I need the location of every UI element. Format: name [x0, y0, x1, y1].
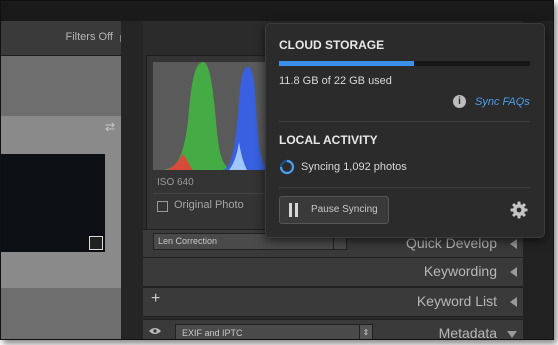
divider [279, 121, 530, 122]
iso-label: ISO 640 [157, 177, 194, 188]
info-icon[interactable]: i [453, 95, 466, 108]
top-bar [1, 1, 553, 21]
app-window: Filters Off ⇄ ISO 640 Original Photo Len… [0, 0, 554, 340]
plus-icon[interactable]: + [151, 290, 160, 308]
badge-icon[interactable] [89, 236, 103, 250]
gear-icon[interactable] [510, 201, 528, 219]
sync-status-text: Syncing 1,092 photos [301, 161, 407, 173]
cloud-storage-title: CLOUD STORAGE [279, 38, 385, 52]
rotate-icon[interactable]: ⇄ [105, 120, 115, 134]
eye-icon[interactable] [149, 327, 161, 335]
metadata-preset-select[interactable]: EXIF and IPTC ⇕ [175, 324, 373, 339]
storage-progress-bar [279, 61, 530, 66]
keywording-title: Keywording [423, 263, 497, 279]
filter-bar: Filters Off [1, 21, 141, 56]
metadata-preset-value: EXIF and IPTC [182, 328, 243, 338]
original-photo-checkbox[interactable] [157, 201, 168, 212]
grid-view: ⇄ [1, 56, 121, 339]
collapse-icon[interactable] [510, 297, 517, 307]
photo-thumbnail[interactable] [1, 154, 105, 252]
metadata-header[interactable]: EXIF and IPTC ⇕ Metadata [143, 319, 523, 340]
local-activity-title: LOCAL ACTIVITY [279, 133, 378, 147]
metadata-title: Metadata [438, 325, 497, 340]
collapse-icon[interactable] [510, 239, 517, 249]
filters-dropdown[interactable]: Filters Off [66, 31, 113, 43]
pause-syncing-button[interactable]: Pause Syncing [279, 196, 389, 224]
photo-cell[interactable]: ⇄ [1, 116, 121, 288]
cloud-sync-popup: CLOUD STORAGE 11.8 GB of 22 GB used i Sy… [265, 23, 545, 238]
pause-syncing-label: Pause Syncing [311, 204, 378, 215]
keyword-list-header[interactable]: + Keyword List [143, 287, 523, 317]
keyword-list-title: Keyword List [416, 293, 497, 309]
sync-faqs-link[interactable]: Sync FAQs [475, 96, 530, 108]
expand-icon[interactable] [507, 331, 517, 338]
panel-divider [121, 21, 143, 339]
storage-used-text: 11.8 GB of 22 GB used [279, 75, 392, 87]
divider [279, 187, 530, 188]
select-arrows-icon[interactable]: ⇕ [359, 324, 373, 339]
storage-progress-fill [279, 61, 414, 66]
collapse-icon[interactable] [510, 267, 517, 277]
original-photo-label: Original Photo [174, 199, 244, 211]
pause-icon [288, 203, 300, 217]
keywording-header[interactable]: Keywording [143, 257, 523, 287]
spinner-icon [279, 159, 295, 175]
